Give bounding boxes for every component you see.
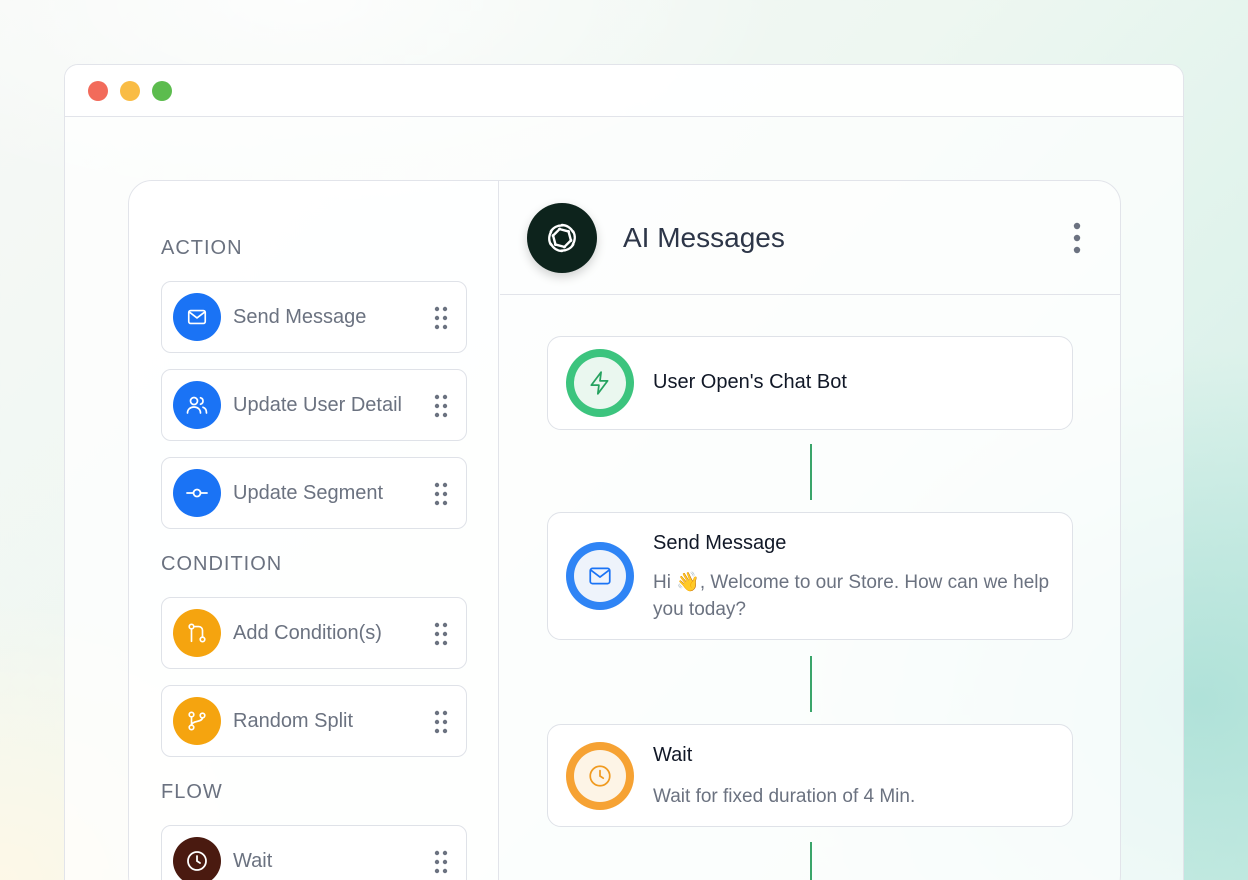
clock-icon [574,750,626,802]
users-icon [173,381,221,429]
sidebar-item-send-message[interactable]: Send Message [161,281,467,353]
section-title-action: ACTION [161,237,243,259]
flow-node-wait[interactable]: Wait Wait for fixed duration of 4 Min. [547,724,1073,827]
openai-logo-icon [527,202,597,273]
node-title: Send Message [653,532,787,554]
sidebar-item-label: Update Segment [233,481,384,504]
sidebar-item-random-split[interactable]: Random Split [161,685,467,757]
sidebar-item-update-segment[interactable]: Update Segment [161,457,467,529]
node-title: User Open's Chat Bot [653,371,847,393]
split-icon [173,697,221,745]
node-description: Wait for fixed duration of 4 Min. [653,786,916,807]
sidebar-item-add-conditions[interactable]: Add Condition(s) [161,597,467,669]
drag-handle-icon[interactable] [434,710,448,734]
lightning-icon [574,357,626,409]
drag-handle-icon[interactable] [434,306,448,330]
flow-builder: ACTION Send Message Update User Detail U… [128,180,1121,880]
app-window: ACTION Send Message Update User Detail U… [64,64,1184,880]
condition-icon [173,609,221,657]
window-maximize-button[interactable] [152,80,172,101]
drag-handle-icon[interactable] [434,394,448,418]
node-icon-ring [566,742,634,810]
drag-handle-icon[interactable] [434,850,448,874]
flow-connector [810,444,812,500]
node-icon-ring [566,349,634,417]
page-title: AI Messages [623,221,785,253]
sidebar-item-label: Wait [233,849,273,872]
flow-node-send-message[interactable]: Send Message Hi 👋, Welcome to our Store.… [547,512,1073,640]
mail-icon [574,550,626,602]
sidebar-item-label: Add Condition(s) [233,621,382,644]
component-sidebar: ACTION Send Message Update User Detail U… [129,181,499,880]
flow-node-trigger[interactable]: User Open's Chat Bot [547,336,1073,430]
more-options-icon[interactable] [1072,222,1082,254]
sidebar-item-label: Send Message [233,305,367,328]
node-title: Wait [653,744,693,766]
node-icon-ring [566,542,634,610]
section-title-condition: CONDITION [161,553,283,575]
sidebar-item-update-user-detail[interactable]: Update User Detail [161,369,467,441]
section-title-flow: FLOW [161,781,223,803]
clock-icon [173,837,221,880]
flow-connector [810,842,812,880]
drag-handle-icon[interactable] [434,622,448,646]
window-titlebar [65,65,1183,117]
window-minimize-button[interactable] [120,80,140,101]
node-description: Hi 👋, Welcome to our Store. How can we h… [653,572,1050,620]
sidebar-item-label: Update User Detail [233,393,402,416]
window-close-button[interactable] [88,80,108,101]
sidebar-item-wait[interactable]: Wait [161,825,467,880]
sidebar-item-label: Random Split [233,709,354,732]
mail-icon [173,293,221,341]
segment-icon [173,469,221,517]
drag-handle-icon[interactable] [434,482,448,506]
flow-connector [810,656,812,712]
canvas-header: AI Messages [500,181,1120,295]
